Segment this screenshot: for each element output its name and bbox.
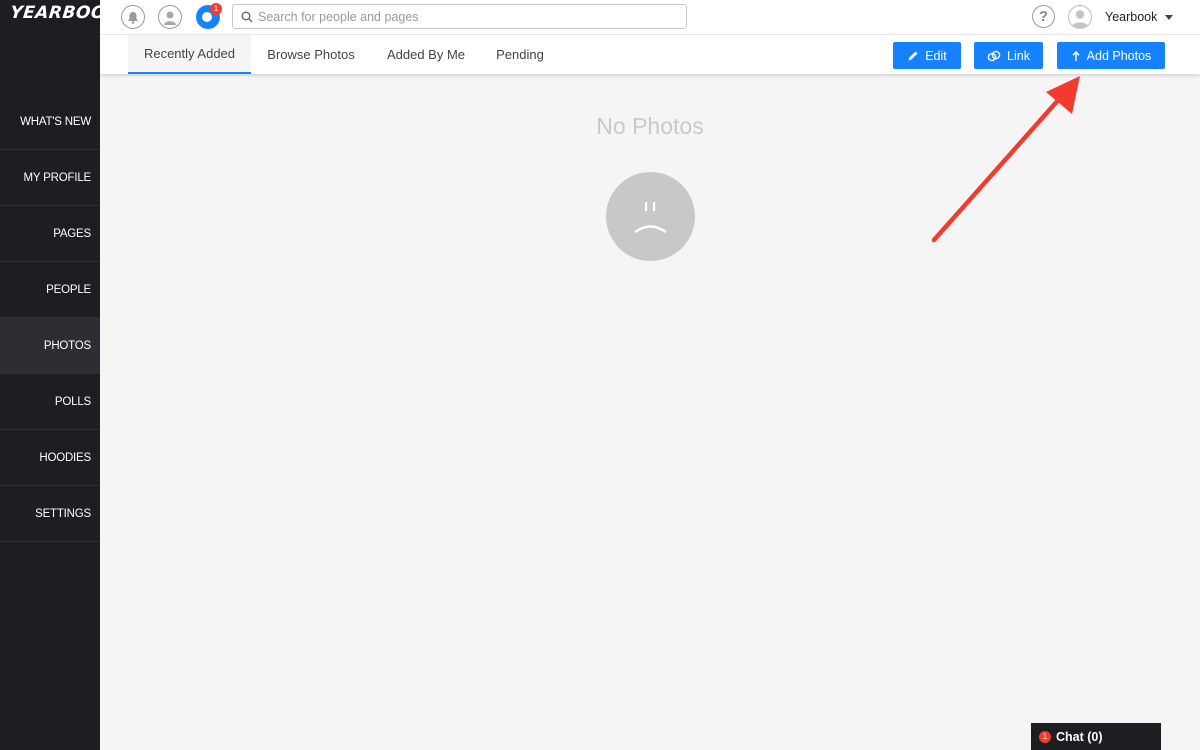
chat-label: Chat (0): [1056, 729, 1103, 744]
search-input[interactable]: [258, 9, 668, 24]
add-photos-button[interactable]: Add Photos: [1057, 42, 1165, 69]
edit-button[interactable]: Edit: [893, 42, 961, 69]
edit-button-label: Edit: [925, 48, 947, 63]
link-icon: [987, 50, 1001, 61]
sidebar-item-polls[interactable]: POLLS: [0, 374, 100, 430]
sidebar-item-my-profile[interactable]: MY PROFILE: [0, 150, 100, 206]
annotation-arrow-icon: [931, 76, 1080, 243]
chat-badge: 1: [1039, 730, 1051, 743]
tab-recently-added[interactable]: Recently Added: [128, 35, 251, 74]
sidebar-item-photos[interactable]: PHOTOS: [0, 318, 100, 374]
search-box: [232, 4, 687, 29]
sidebar-nav: WHAT'S NEW MY PROFILE PAGES PEOPLE PHOTO…: [0, 94, 100, 542]
pencil-icon: [908, 51, 918, 60]
chevron-down-icon[interactable]: [1165, 15, 1173, 20]
messages-badge: 1: [210, 3, 222, 15]
sad-face-icon: [606, 172, 695, 261]
help-icon[interactable]: ?: [1032, 5, 1055, 28]
photos-tab-bar: Recently Added Browse Photos Added By Me…: [100, 34, 1200, 74]
chat-bar[interactable]: 1 Chat (0): [1031, 723, 1161, 750]
sidebar-item-pages[interactable]: PAGES: [0, 206, 100, 262]
top-bar: 1 ? Yearbook: [100, 0, 1200, 34]
empty-state-title: No Photos: [596, 113, 704, 139]
tab-pending[interactable]: Pending: [488, 35, 552, 74]
search-icon: [241, 11, 253, 22]
sidebar: YEARBOOK WHAT'S NEW MY PROFILE PAGES PEO…: [0, 0, 121, 750]
sidebar-item-settings[interactable]: SETTINGS: [0, 486, 100, 542]
user-avatar[interactable]: [1068, 5, 1092, 29]
user-menu-name[interactable]: Yearbook: [1105, 10, 1157, 24]
app-logo[interactable]: YEARBOOK: [9, 3, 120, 29]
link-button-label: Link: [1007, 48, 1030, 63]
sidebar-item-hoodies[interactable]: HOODIES: [0, 430, 100, 486]
sidebar-item-whats-new[interactable]: WHAT'S NEW: [0, 94, 100, 150]
upload-arrow-icon: [1072, 50, 1080, 61]
tab-browse-photos[interactable]: Browse Photos: [258, 35, 364, 74]
bell-icon[interactable]: [121, 5, 145, 29]
tab-added-by-me[interactable]: Added By Me: [378, 35, 474, 74]
profile-icon[interactable]: [158, 5, 182, 29]
add-photos-button-label: Add Photos: [1086, 48, 1152, 63]
sidebar-item-people[interactable]: PEOPLE: [0, 262, 100, 318]
link-button[interactable]: Link: [974, 42, 1043, 69]
